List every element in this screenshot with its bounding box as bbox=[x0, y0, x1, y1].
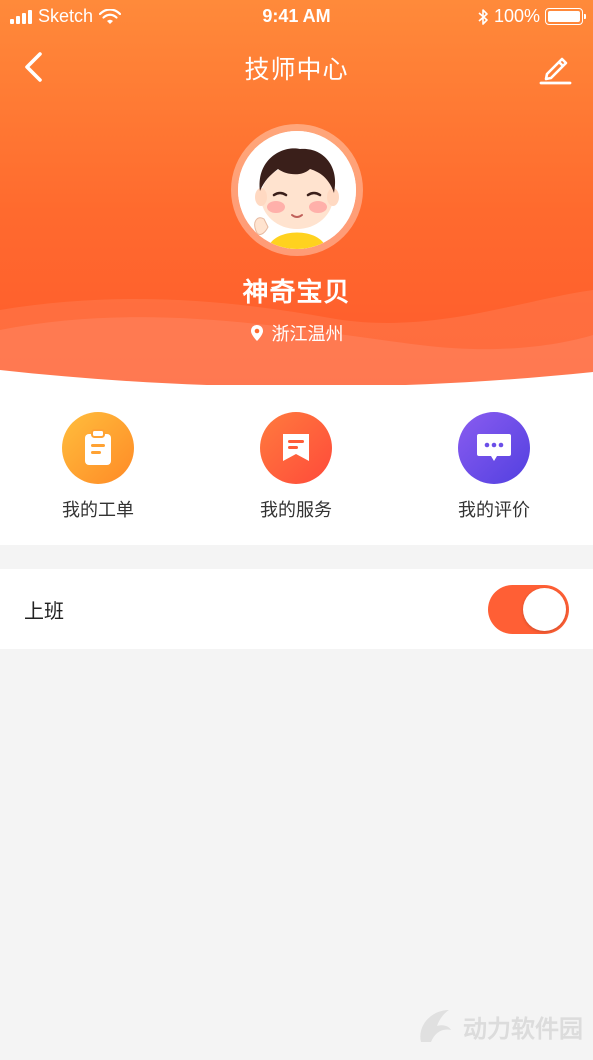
avatar[interactable] bbox=[238, 131, 356, 249]
quick-actions: 我的工单 我的服务 我的评价 bbox=[0, 385, 593, 545]
action-label: 我的服务 bbox=[260, 500, 332, 521]
cartoon-boy-avatar-image bbox=[238, 131, 356, 249]
profile-header: Sketch 9:41 AM 100% 技师中心 神奇宝贝 浙江温州 bbox=[0, 0, 593, 385]
work-status-switch[interactable] bbox=[488, 585, 569, 634]
my-work-orders-button[interactable]: 我的工单 bbox=[28, 412, 168, 522]
bluetooth-icon bbox=[478, 8, 488, 25]
work-status-label: 上班 bbox=[24, 599, 64, 623]
my-reviews-button[interactable]: 我的评价 bbox=[424, 412, 564, 522]
action-icon-circle bbox=[458, 412, 530, 484]
bookmark-card-icon bbox=[283, 434, 309, 461]
action-label: 我的工单 bbox=[62, 500, 134, 521]
battery-icon bbox=[545, 8, 586, 25]
work-status-row: 上班 bbox=[0, 569, 593, 649]
chat-bubble-icon bbox=[477, 434, 511, 461]
watermark: 动力软件园 bbox=[413, 1004, 583, 1048]
user-name: 神奇宝贝 bbox=[242, 278, 351, 308]
watermark-text: 动力软件园 bbox=[463, 1014, 583, 1043]
location-text: 浙江温州 bbox=[271, 324, 344, 345]
battery-percent: 100% bbox=[493, 6, 540, 26]
my-services-button[interactable]: 我的服务 bbox=[226, 412, 366, 522]
action-icon-circle bbox=[62, 412, 134, 484]
map-pin-icon bbox=[250, 325, 263, 341]
action-icon-circle bbox=[260, 412, 332, 484]
action-label: 我的评价 bbox=[458, 500, 530, 521]
watermark-logo-icon bbox=[420, 1010, 451, 1042]
avatar-ring bbox=[231, 124, 363, 256]
status-bar: Sketch 9:41 AM 100% bbox=[0, 0, 593, 34]
navigation-bar: 技师中心 bbox=[0, 36, 593, 98]
edit-button[interactable] bbox=[537, 50, 573, 86]
pencil-icon bbox=[539, 57, 572, 85]
clipboard-icon bbox=[85, 429, 111, 465]
switch-knob[interactable] bbox=[523, 588, 566, 631]
page-title: 技师中心 bbox=[244, 55, 349, 84]
user-location: 浙江温州 bbox=[0, 320, 593, 346]
